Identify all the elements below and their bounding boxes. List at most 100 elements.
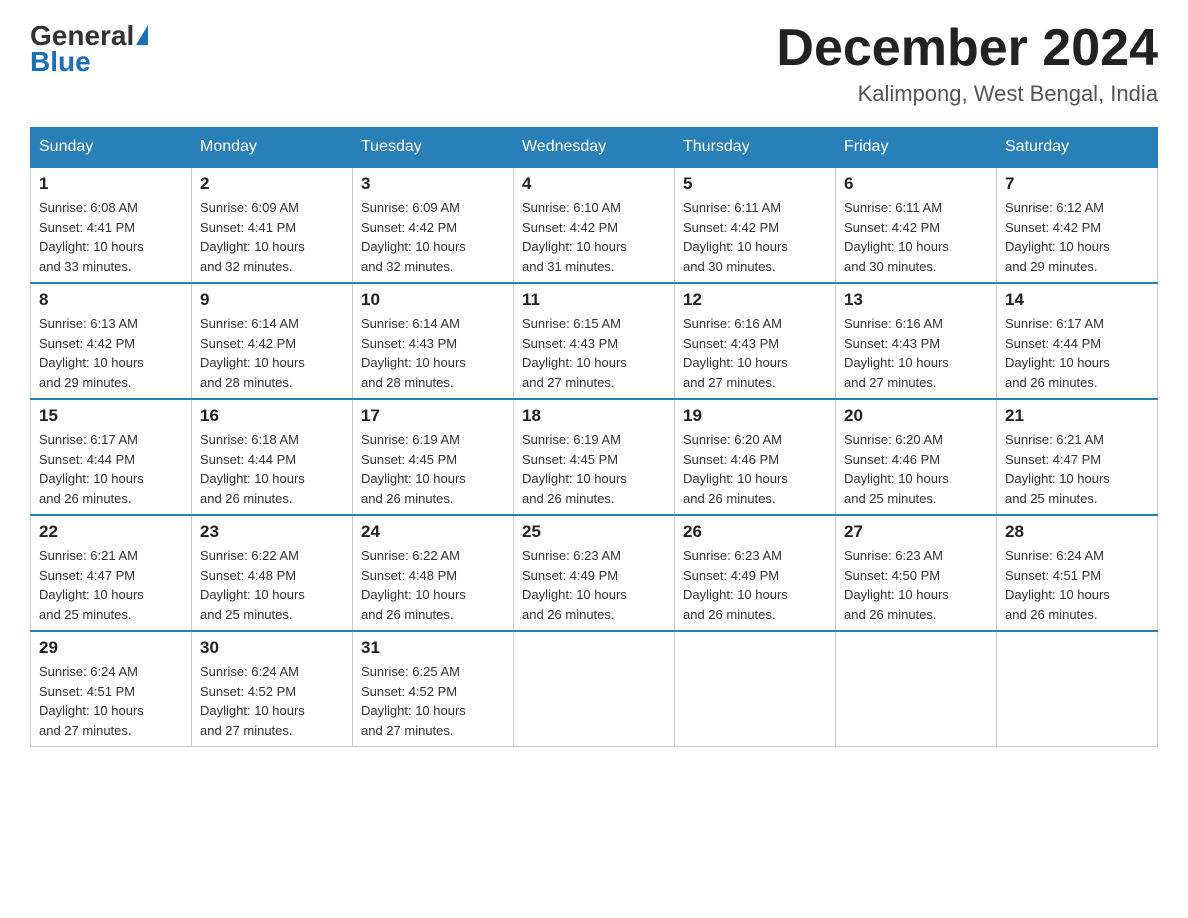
day-number: 1 xyxy=(39,174,183,194)
table-row: 8 Sunrise: 6:13 AM Sunset: 4:42 PM Dayli… xyxy=(31,283,192,399)
page-header: General Blue December 2024 Kalimpong, We… xyxy=(30,20,1158,107)
day-info: Sunrise: 6:15 AM Sunset: 4:43 PM Dayligh… xyxy=(522,314,666,392)
day-info: Sunrise: 6:22 AM Sunset: 4:48 PM Dayligh… xyxy=(361,546,505,624)
day-info: Sunrise: 6:17 AM Sunset: 4:44 PM Dayligh… xyxy=(39,430,183,508)
table-row xyxy=(997,631,1158,747)
day-info: Sunrise: 6:19 AM Sunset: 4:45 PM Dayligh… xyxy=(361,430,505,508)
day-info: Sunrise: 6:19 AM Sunset: 4:45 PM Dayligh… xyxy=(522,430,666,508)
day-number: 10 xyxy=(361,290,505,310)
col-thursday: Thursday xyxy=(675,128,836,168)
table-row: 25 Sunrise: 6:23 AM Sunset: 4:49 PM Dayl… xyxy=(514,515,675,631)
table-row: 21 Sunrise: 6:21 AM Sunset: 4:47 PM Dayl… xyxy=(997,399,1158,515)
day-info: Sunrise: 6:09 AM Sunset: 4:42 PM Dayligh… xyxy=(361,198,505,276)
table-row: 20 Sunrise: 6:20 AM Sunset: 4:46 PM Dayl… xyxy=(836,399,997,515)
day-number: 19 xyxy=(683,406,827,426)
day-info: Sunrise: 6:24 AM Sunset: 4:51 PM Dayligh… xyxy=(1005,546,1149,624)
table-row: 13 Sunrise: 6:16 AM Sunset: 4:43 PM Dayl… xyxy=(836,283,997,399)
day-number: 16 xyxy=(200,406,344,426)
table-row: 6 Sunrise: 6:11 AM Sunset: 4:42 PM Dayli… xyxy=(836,167,997,283)
day-number: 21 xyxy=(1005,406,1149,426)
title-section: December 2024 Kalimpong, West Bengal, In… xyxy=(776,20,1158,107)
day-number: 30 xyxy=(200,638,344,658)
table-row: 30 Sunrise: 6:24 AM Sunset: 4:52 PM Dayl… xyxy=(192,631,353,747)
day-number: 28 xyxy=(1005,522,1149,542)
day-number: 23 xyxy=(200,522,344,542)
table-row xyxy=(675,631,836,747)
table-row: 19 Sunrise: 6:20 AM Sunset: 4:46 PM Dayl… xyxy=(675,399,836,515)
logo-triangle-icon xyxy=(136,25,148,45)
table-row: 26 Sunrise: 6:23 AM Sunset: 4:49 PM Dayl… xyxy=(675,515,836,631)
table-row xyxy=(836,631,997,747)
day-number: 25 xyxy=(522,522,666,542)
day-number: 26 xyxy=(683,522,827,542)
day-number: 4 xyxy=(522,174,666,194)
day-number: 29 xyxy=(39,638,183,658)
day-info: Sunrise: 6:21 AM Sunset: 4:47 PM Dayligh… xyxy=(39,546,183,624)
table-row: 11 Sunrise: 6:15 AM Sunset: 4:43 PM Dayl… xyxy=(514,283,675,399)
logo-blue-text: Blue xyxy=(30,46,91,78)
table-row: 27 Sunrise: 6:23 AM Sunset: 4:50 PM Dayl… xyxy=(836,515,997,631)
table-row: 31 Sunrise: 6:25 AM Sunset: 4:52 PM Dayl… xyxy=(353,631,514,747)
day-info: Sunrise: 6:25 AM Sunset: 4:52 PM Dayligh… xyxy=(361,662,505,740)
day-number: 5 xyxy=(683,174,827,194)
day-info: Sunrise: 6:23 AM Sunset: 4:49 PM Dayligh… xyxy=(522,546,666,624)
table-row: 29 Sunrise: 6:24 AM Sunset: 4:51 PM Dayl… xyxy=(31,631,192,747)
table-row: 10 Sunrise: 6:14 AM Sunset: 4:43 PM Dayl… xyxy=(353,283,514,399)
table-row: 24 Sunrise: 6:22 AM Sunset: 4:48 PM Dayl… xyxy=(353,515,514,631)
table-row xyxy=(514,631,675,747)
day-number: 31 xyxy=(361,638,505,658)
day-number: 20 xyxy=(844,406,988,426)
table-row: 16 Sunrise: 6:18 AM Sunset: 4:44 PM Dayl… xyxy=(192,399,353,515)
day-number: 8 xyxy=(39,290,183,310)
day-number: 13 xyxy=(844,290,988,310)
day-info: Sunrise: 6:23 AM Sunset: 4:49 PM Dayligh… xyxy=(683,546,827,624)
table-row: 1 Sunrise: 6:08 AM Sunset: 4:41 PM Dayli… xyxy=(31,167,192,283)
day-info: Sunrise: 6:12 AM Sunset: 4:42 PM Dayligh… xyxy=(1005,198,1149,276)
table-row: 12 Sunrise: 6:16 AM Sunset: 4:43 PM Dayl… xyxy=(675,283,836,399)
day-info: Sunrise: 6:24 AM Sunset: 4:52 PM Dayligh… xyxy=(200,662,344,740)
day-number: 2 xyxy=(200,174,344,194)
table-row: 17 Sunrise: 6:19 AM Sunset: 4:45 PM Dayl… xyxy=(353,399,514,515)
day-info: Sunrise: 6:14 AM Sunset: 4:42 PM Dayligh… xyxy=(200,314,344,392)
day-number: 17 xyxy=(361,406,505,426)
day-number: 9 xyxy=(200,290,344,310)
day-info: Sunrise: 6:16 AM Sunset: 4:43 PM Dayligh… xyxy=(683,314,827,392)
day-info: Sunrise: 6:14 AM Sunset: 4:43 PM Dayligh… xyxy=(361,314,505,392)
day-info: Sunrise: 6:17 AM Sunset: 4:44 PM Dayligh… xyxy=(1005,314,1149,392)
table-row: 23 Sunrise: 6:22 AM Sunset: 4:48 PM Dayl… xyxy=(192,515,353,631)
month-title: December 2024 xyxy=(776,20,1158,77)
table-row: 9 Sunrise: 6:14 AM Sunset: 4:42 PM Dayli… xyxy=(192,283,353,399)
day-number: 24 xyxy=(361,522,505,542)
week-row-5: 29 Sunrise: 6:24 AM Sunset: 4:51 PM Dayl… xyxy=(31,631,1158,747)
day-number: 7 xyxy=(1005,174,1149,194)
table-row: 2 Sunrise: 6:09 AM Sunset: 4:41 PM Dayli… xyxy=(192,167,353,283)
day-number: 12 xyxy=(683,290,827,310)
table-row: 22 Sunrise: 6:21 AM Sunset: 4:47 PM Dayl… xyxy=(31,515,192,631)
day-number: 6 xyxy=(844,174,988,194)
day-info: Sunrise: 6:20 AM Sunset: 4:46 PM Dayligh… xyxy=(844,430,988,508)
table-row: 5 Sunrise: 6:11 AM Sunset: 4:42 PM Dayli… xyxy=(675,167,836,283)
day-info: Sunrise: 6:24 AM Sunset: 4:51 PM Dayligh… xyxy=(39,662,183,740)
day-info: Sunrise: 6:11 AM Sunset: 4:42 PM Dayligh… xyxy=(683,198,827,276)
day-info: Sunrise: 6:10 AM Sunset: 4:42 PM Dayligh… xyxy=(522,198,666,276)
day-number: 15 xyxy=(39,406,183,426)
day-number: 18 xyxy=(522,406,666,426)
day-info: Sunrise: 6:08 AM Sunset: 4:41 PM Dayligh… xyxy=(39,198,183,276)
calendar-table: Sunday Monday Tuesday Wednesday Thursday… xyxy=(30,127,1158,747)
day-info: Sunrise: 6:21 AM Sunset: 4:47 PM Dayligh… xyxy=(1005,430,1149,508)
calendar-header-row: Sunday Monday Tuesday Wednesday Thursday… xyxy=(31,128,1158,168)
table-row: 7 Sunrise: 6:12 AM Sunset: 4:42 PM Dayli… xyxy=(997,167,1158,283)
day-number: 3 xyxy=(361,174,505,194)
table-row: 28 Sunrise: 6:24 AM Sunset: 4:51 PM Dayl… xyxy=(997,515,1158,631)
day-info: Sunrise: 6:09 AM Sunset: 4:41 PM Dayligh… xyxy=(200,198,344,276)
day-info: Sunrise: 6:20 AM Sunset: 4:46 PM Dayligh… xyxy=(683,430,827,508)
day-info: Sunrise: 6:13 AM Sunset: 4:42 PM Dayligh… xyxy=(39,314,183,392)
week-row-3: 15 Sunrise: 6:17 AM Sunset: 4:44 PM Dayl… xyxy=(31,399,1158,515)
day-number: 11 xyxy=(522,290,666,310)
table-row: 15 Sunrise: 6:17 AM Sunset: 4:44 PM Dayl… xyxy=(31,399,192,515)
week-row-2: 8 Sunrise: 6:13 AM Sunset: 4:42 PM Dayli… xyxy=(31,283,1158,399)
day-info: Sunrise: 6:11 AM Sunset: 4:42 PM Dayligh… xyxy=(844,198,988,276)
col-sunday: Sunday xyxy=(31,128,192,168)
day-number: 22 xyxy=(39,522,183,542)
week-row-1: 1 Sunrise: 6:08 AM Sunset: 4:41 PM Dayli… xyxy=(31,167,1158,283)
